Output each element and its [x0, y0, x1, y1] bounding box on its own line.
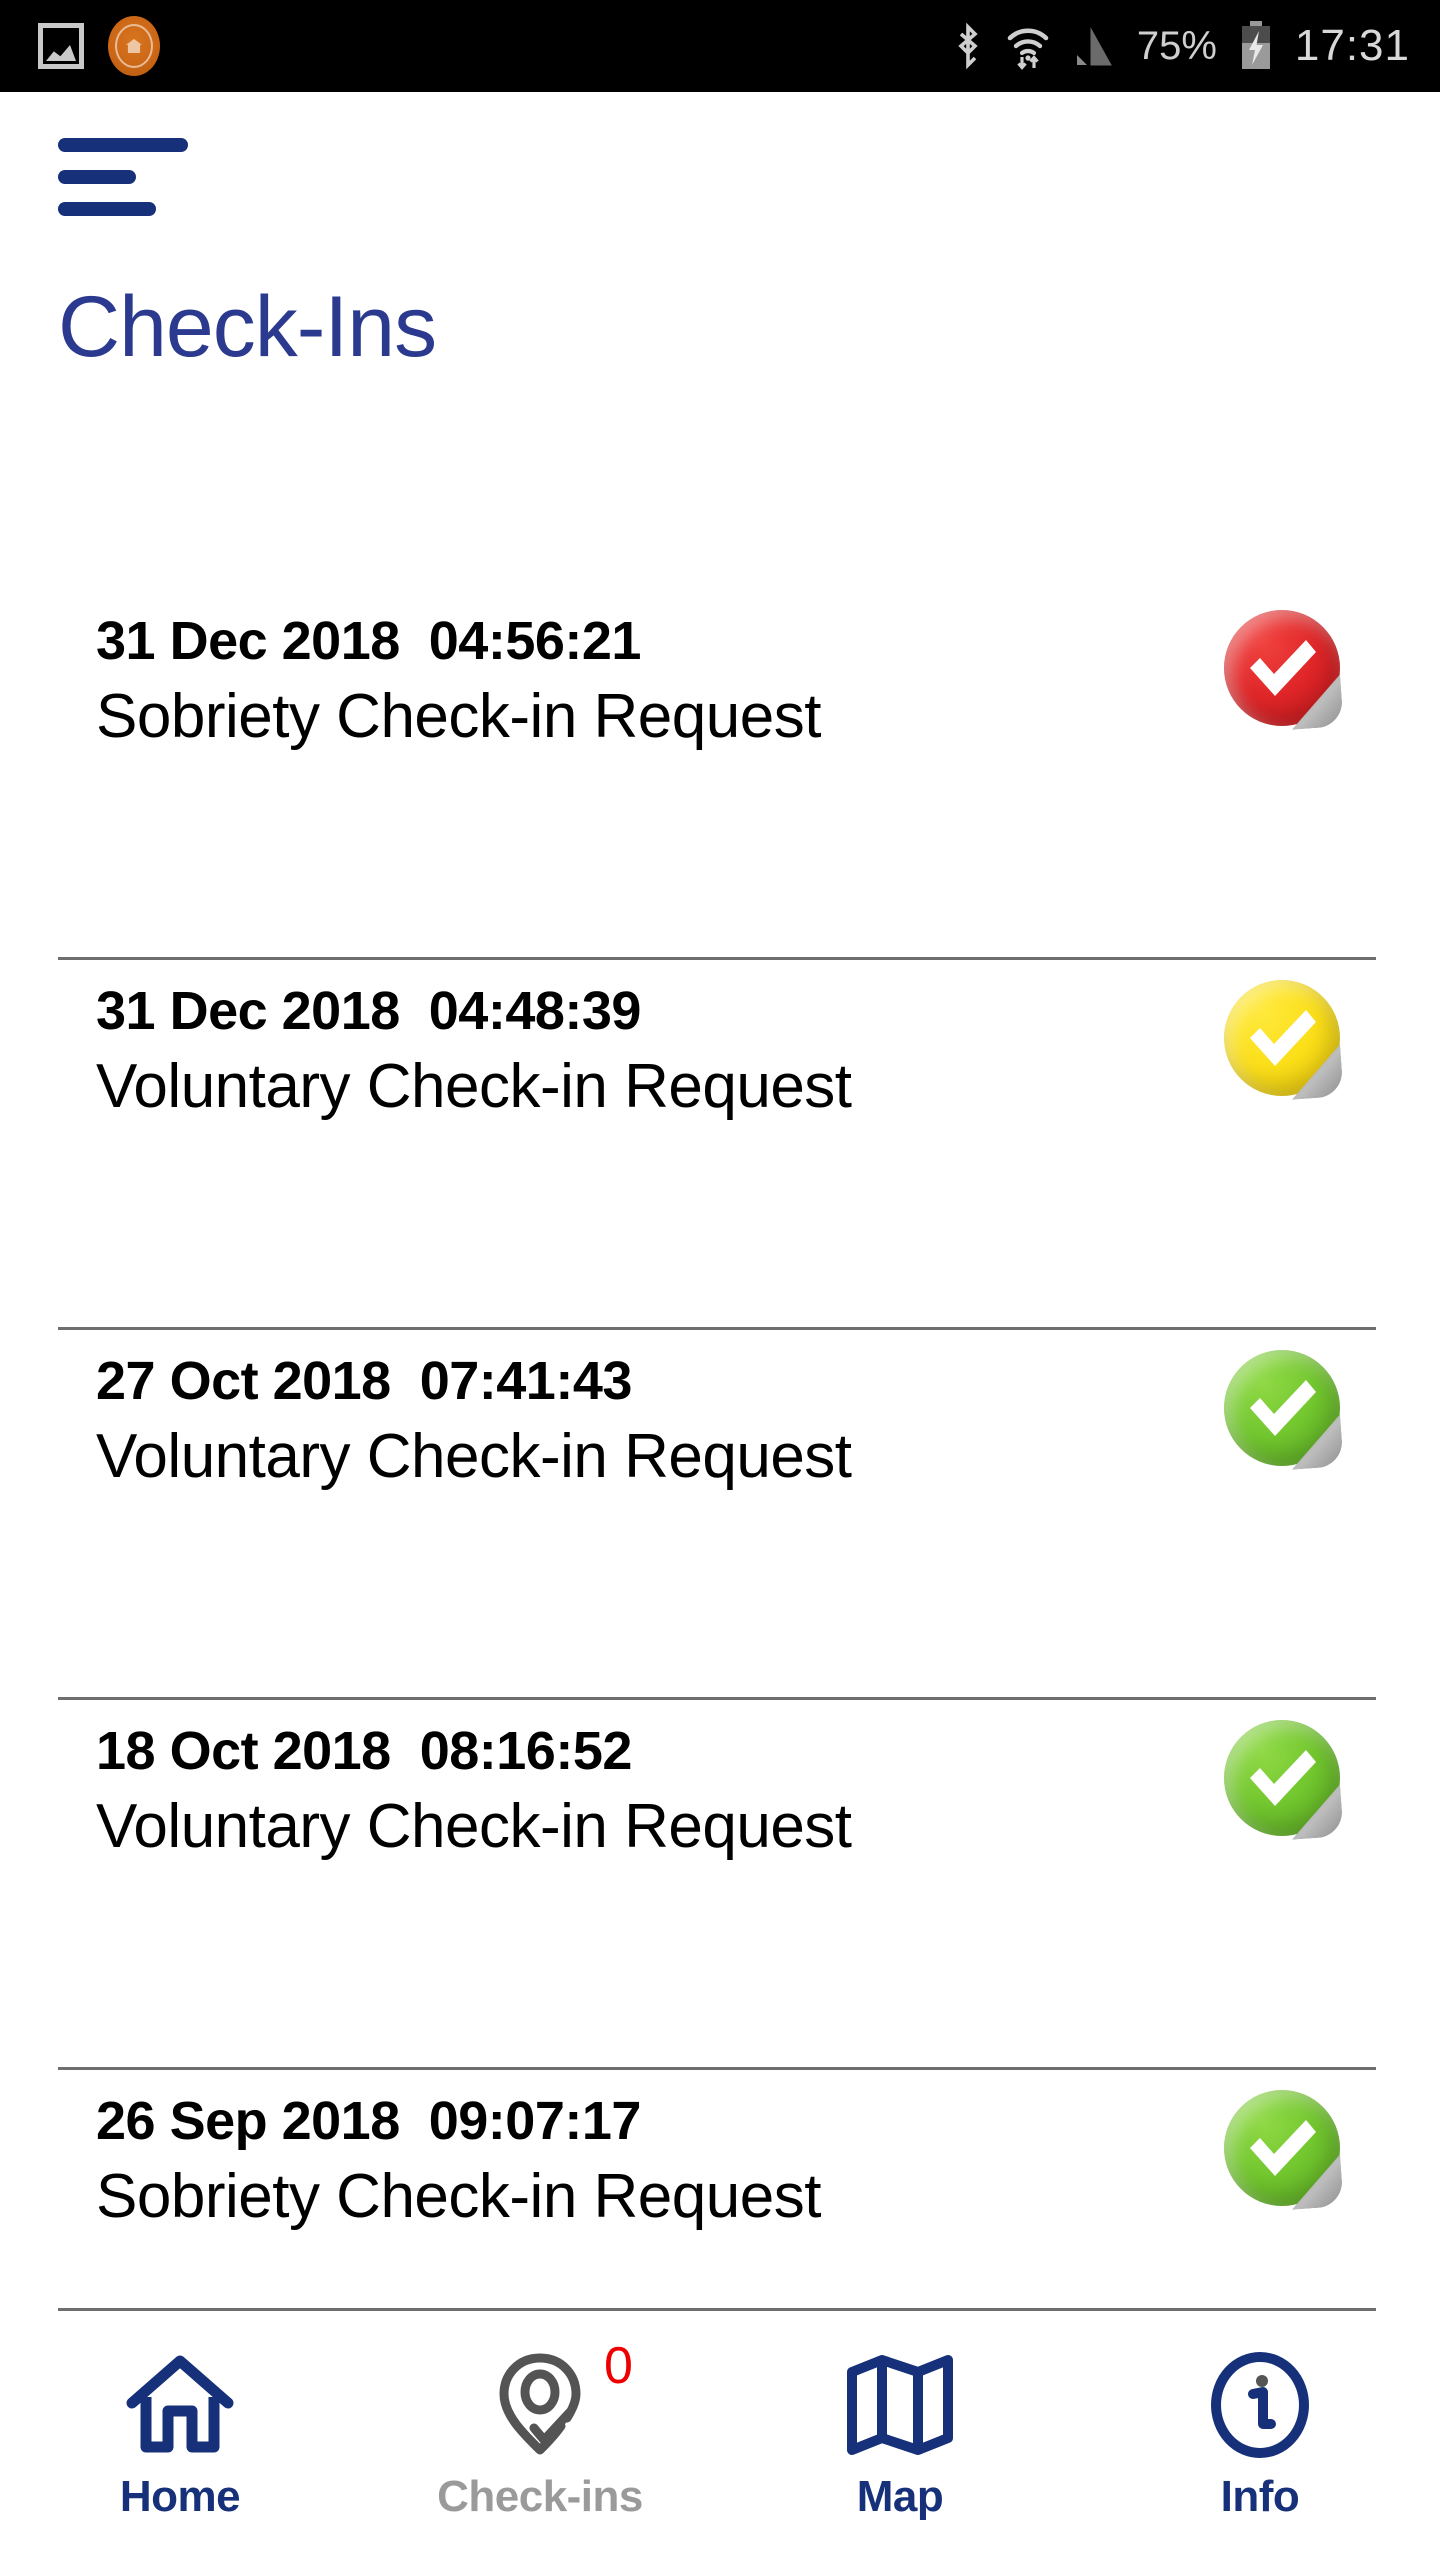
list-item-title: Voluntary Check-in Request — [96, 1792, 852, 1862]
status-bar-left — [0, 16, 160, 76]
list-item-text: 26 Sep 2018 09:07:17 Sobriety Check-in R… — [96, 2092, 821, 2235]
ecell-logo-icon — [108, 16, 160, 76]
bottom-navigation-bar: Home 0 Check-ins Map Info — [0, 2318, 1440, 2560]
list-item[interactable]: 18 Oct 2018 08:16:52 Voluntary Check-in … — [0, 1700, 1440, 2070]
hamburger-bar-2 — [58, 170, 136, 184]
list-item-date: 31 Dec 2018 04:56:21 — [96, 611, 641, 671]
checkmark-icon — [1244, 2116, 1322, 2180]
nav-tab-info[interactable]: Info — [1080, 2318, 1440, 2560]
battery-percent-label: 75% — [1136, 23, 1217, 68]
checkins-count-badge: 0 — [604, 2337, 633, 2395]
list-item-date: 27 Oct 2018 07:41:43 — [96, 1351, 632, 1411]
info-circle-icon — [1201, 2346, 1319, 2464]
hamburger-bar-3 — [58, 202, 156, 216]
checkmark-icon — [1244, 1376, 1322, 1440]
nav-tab-home-label: Home — [119, 2472, 241, 2521]
status-bar: 75% 17:31 — [0, 0, 1440, 92]
list-item-title: Sobriety Check-in Request — [96, 2162, 821, 2232]
screenshot-icon — [38, 23, 84, 69]
list-item-date: 26 Sep 2018 09:07:17 — [96, 2091, 641, 2151]
check-in-list: 31 Dec 2018 04:56:21 Sobriety Check-in R… — [0, 590, 1440, 2440]
app-screen: 75% 17:31 Check-Ins 31 Dec 2018 04:56:21 — [0, 0, 1440, 2560]
hamburger-bar-1 — [58, 138, 188, 152]
bluetooth-icon — [953, 22, 983, 70]
bottom-nav-divider — [58, 2308, 1376, 2311]
battery-charging-icon — [1239, 21, 1273, 71]
list-item-text: 27 Oct 2018 07:41:43 Voluntary Check-in … — [96, 1352, 852, 1495]
status-bar-right: 75% 17:31 — [953, 21, 1440, 71]
wifi-icon — [1005, 22, 1051, 70]
nav-tab-home[interactable]: Home — [0, 2318, 360, 2560]
home-icon — [121, 2346, 239, 2464]
list-item-title: Voluntary Check-in Request — [96, 1052, 852, 1122]
list-item-text: 31 Dec 2018 04:56:21 Sobriety Check-in R… — [96, 612, 821, 755]
nav-tab-map[interactable]: Map — [720, 2318, 1080, 2560]
nav-tab-checkins-label: Check-ins — [437, 2472, 643, 2521]
nav-tab-checkins[interactable]: 0 Check-ins — [360, 2318, 720, 2560]
map-pin-check-icon — [481, 2346, 599, 2464]
status-badge-check-icon — [1224, 1350, 1340, 1466]
checkmark-icon — [1244, 1006, 1322, 1070]
list-item[interactable]: 27 Oct 2018 07:41:43 Voluntary Check-in … — [0, 1330, 1440, 1700]
map-folded-icon — [841, 2346, 959, 2464]
page-title: Check-Ins — [58, 279, 437, 375]
list-item-title: Sobriety Check-in Request — [96, 682, 821, 752]
nav-tab-info-label: Info — [1220, 2472, 1300, 2521]
nav-tab-map-label: Map — [856, 2472, 944, 2521]
list-item-date: 31 Dec 2018 04:48:39 — [96, 981, 641, 1041]
list-item[interactable]: 31 Dec 2018 04:56:21 Sobriety Check-in R… — [0, 590, 1440, 960]
status-bar-clock: 17:31 — [1294, 21, 1410, 70]
status-badge-check-icon — [1224, 1720, 1340, 1836]
list-item-text: 18 Oct 2018 08:16:52 Voluntary Check-in … — [96, 1722, 852, 1865]
checkmark-icon — [1244, 1746, 1322, 1810]
checkmark-icon — [1244, 636, 1322, 700]
signal-icon — [1073, 25, 1115, 67]
list-item[interactable]: 31 Dec 2018 04:48:39 Voluntary Check-in … — [0, 960, 1440, 1330]
list-item-date: 18 Oct 2018 08:16:52 — [96, 1721, 632, 1781]
status-badge-check-icon — [1224, 2090, 1340, 2206]
hamburger-menu-icon[interactable] — [58, 138, 188, 224]
list-item-title: Voluntary Check-in Request — [96, 1422, 852, 1492]
status-badge-check-icon — [1224, 980, 1340, 1096]
list-item-text: 31 Dec 2018 04:48:39 Voluntary Check-in … — [96, 982, 852, 1125]
status-badge-check-icon — [1224, 610, 1340, 726]
